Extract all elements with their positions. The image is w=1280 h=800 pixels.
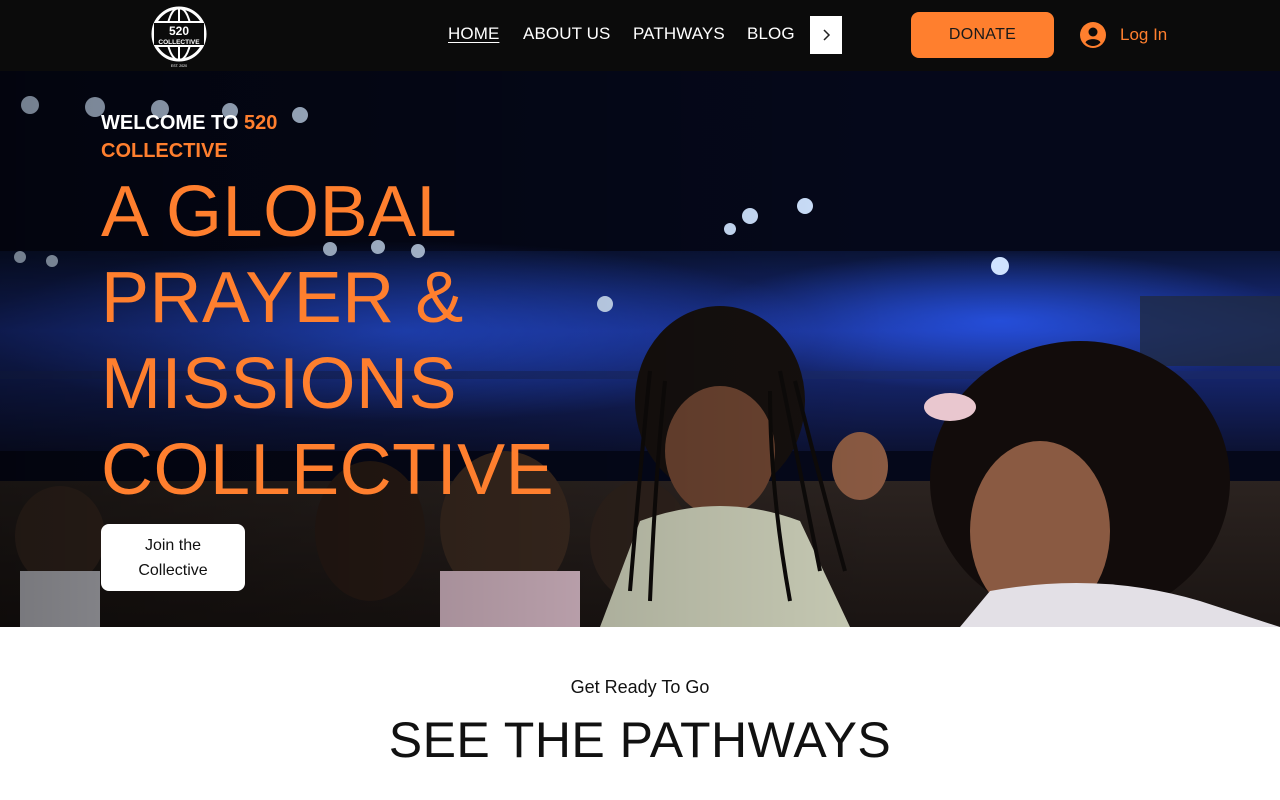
- svg-text:COLLECTIVE: COLLECTIVE: [158, 39, 200, 46]
- login-link[interactable]: Log In: [1080, 20, 1167, 50]
- site-logo[interactable]: 520 COLLECTIVE EST. 2020: [151, 4, 207, 68]
- join-collective-button[interactable]: Join the Collective: [101, 524, 245, 591]
- svg-text:520: 520: [169, 24, 189, 38]
- hero-headline: A GLOBAL PRAYER & MISSIONS COLLECTIVE: [101, 172, 555, 510]
- pathways-section: Get Ready To Go SEE THE PATHWAYS: [0, 627, 1280, 800]
- nav-home[interactable]: HOME: [448, 24, 499, 44]
- user-avatar-icon: [1080, 22, 1106, 48]
- eyebrow-prefix: WELCOME TO: [101, 112, 244, 134]
- nav-scroll-next-button[interactable]: [810, 16, 842, 54]
- globe-logo-icon: 520 COLLECTIVE EST. 2020: [151, 6, 207, 68]
- nav-blog[interactable]: BLOG: [747, 24, 795, 44]
- pathways-kicker: Get Ready To Go: [570, 677, 710, 697]
- nav-pathways[interactable]: PATHWAYS: [633, 24, 725, 44]
- svg-text:EST. 2020: EST. 2020: [171, 64, 187, 68]
- donate-button[interactable]: DONATE: [911, 12, 1054, 58]
- login-label: Log In: [1120, 25, 1168, 44]
- chevron-right-icon: [823, 29, 831, 41]
- nav-about-us[interactable]: ABOUT US: [523, 24, 610, 44]
- hero-section: WELCOME TO 520 COLLECTIVE A GLOBAL PRAYE…: [0, 71, 1280, 627]
- hero-eyebrow: WELCOME TO 520 COLLECTIVE: [101, 109, 311, 165]
- pathways-title: SEE THE PATHWAYS: [388, 712, 892, 768]
- site-header: 520 COLLECTIVE EST. 2020 HOME ABOUT US P…: [0, 0, 1280, 71]
